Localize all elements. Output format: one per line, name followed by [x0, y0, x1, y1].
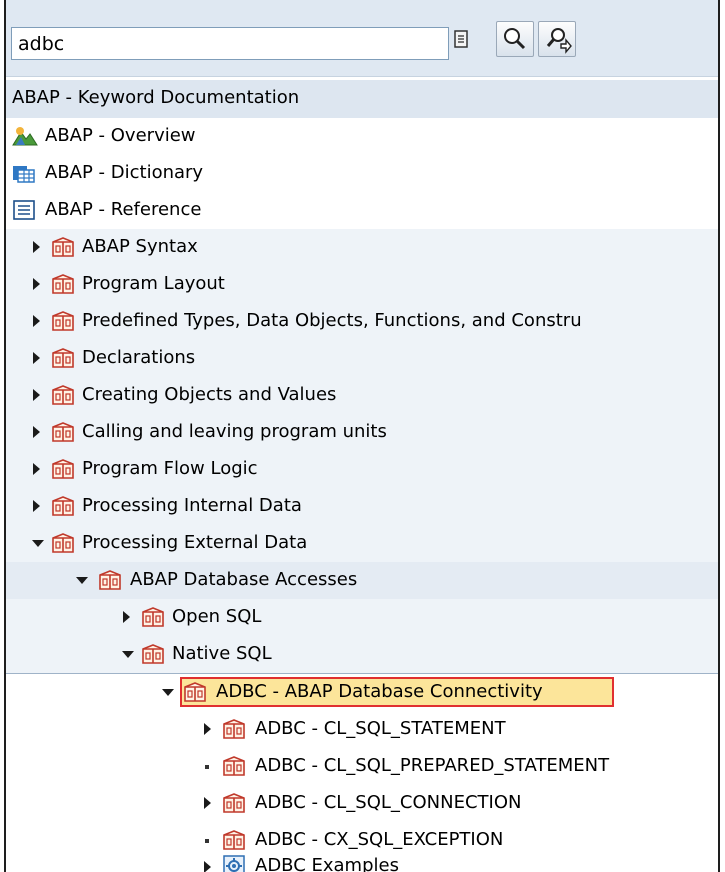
tree-node-label: Open SQL	[172, 606, 262, 627]
book-icon	[51, 347, 75, 369]
tree-node-adbc[interactable]: ADBC - ABAP Database Connectivity	[6, 674, 718, 711]
collapse-arrow-icon[interactable]	[162, 689, 174, 696]
book-icon	[51, 384, 75, 406]
expand-arrow-icon[interactable]	[33, 352, 40, 364]
tree-node-program-layout[interactable]: Program Layout	[6, 266, 718, 303]
tree-node-label: Program Layout	[82, 273, 225, 294]
expand-arrow-icon[interactable]	[33, 463, 40, 475]
book-icon	[222, 792, 246, 814]
expand-arrow-icon[interactable]	[204, 797, 211, 809]
tree-node-adbc-examples[interactable]: ADBC Examples	[6, 848, 718, 872]
dictionary-icon	[12, 162, 36, 184]
expand-arrow-icon[interactable]	[204, 723, 211, 735]
expand-arrow-icon[interactable]	[33, 315, 40, 327]
tree-node-label: ABAP Database Accesses	[130, 569, 358, 590]
tree-root-label: ABAP - Keyword Documentation	[12, 87, 300, 108]
search-input[interactable]	[11, 27, 449, 60]
book-icon	[51, 495, 75, 517]
tree-node-label: Declarations	[82, 347, 196, 368]
expand-arrow-icon[interactable]	[33, 500, 40, 512]
tree-node-calling-leaving[interactable]: Calling and leaving program units	[6, 414, 718, 451]
collapse-arrow-icon[interactable]	[32, 540, 44, 547]
book-icon	[51, 310, 75, 332]
expand-arrow-icon[interactable]	[204, 861, 211, 872]
book-icon	[51, 421, 75, 443]
expand-arrow-icon[interactable]	[123, 611, 130, 623]
expand-arrow-icon[interactable]	[33, 278, 40, 290]
tree-node-cl-sql-prepared-statement[interactable]: ADBC - CL_SQL_PREPARED_STATEMENT	[6, 748, 718, 785]
tree-node-label: ABAP - Reference	[45, 199, 202, 220]
find-button[interactable]	[496, 21, 534, 57]
tree-node-label: Program Flow Logic	[82, 458, 258, 479]
document-menu-icon[interactable]	[454, 30, 468, 48]
tree-node-internal-data[interactable]: Processing Internal Data	[6, 488, 718, 525]
book-icon	[51, 273, 75, 295]
expand-arrow-icon[interactable]	[33, 389, 40, 401]
reference-icon	[12, 199, 36, 221]
tree-node-external-data[interactable]: Processing External Data	[6, 525, 718, 562]
tree-node-program-flow[interactable]: Program Flow Logic	[6, 451, 718, 488]
tree-node-creating-objects[interactable]: Creating Objects and Values	[6, 377, 718, 414]
tree-node-label: Calling and leaving program units	[82, 421, 387, 442]
book-icon	[141, 643, 165, 665]
leaf-bullet-icon	[205, 765, 209, 769]
find-next-button[interactable]	[538, 21, 576, 57]
search-toolbar	[6, 0, 718, 76]
keyword-doc-window: ABAP - Keyword Documentation ABAP - Over…	[4, 0, 720, 872]
tree-node-overview[interactable]: ABAP - Overview	[6, 118, 718, 155]
tree-node-dictionary[interactable]: ABAP - Dictionary	[6, 155, 718, 192]
book-icon	[51, 236, 75, 258]
examples-icon	[222, 855, 246, 872]
collapse-arrow-icon[interactable]	[76, 577, 88, 584]
overview-icon	[12, 125, 38, 147]
expand-arrow-icon[interactable]	[33, 241, 40, 253]
tree-node-label: ABAP Syntax	[82, 236, 198, 257]
collapse-arrow-icon[interactable]	[122, 651, 134, 658]
tree-node-label: Processing External Data	[82, 532, 308, 553]
book-icon	[51, 532, 75, 554]
tree-node-declarations[interactable]: Declarations	[6, 340, 718, 377]
tree-node-db-accesses[interactable]: ABAP Database Accesses	[6, 562, 718, 599]
tree-node-reference[interactable]: ABAP - Reference	[6, 192, 718, 229]
tree-node-label: ADBC - CL_SQL_CONNECTION	[255, 792, 522, 813]
leaf-bullet-icon	[205, 839, 209, 843]
tree-node-label: Creating Objects and Values	[82, 384, 337, 405]
tree-node-label: ABAP - Dictionary	[45, 162, 204, 183]
tree-node-label: Processing Internal Data	[82, 495, 302, 516]
tree-node-label: Native SQL	[172, 643, 272, 664]
tree-root[interactable]: ABAP - Keyword Documentation	[6, 80, 718, 118]
tree-node-label: ABAP - Overview	[45, 125, 196, 146]
tree-node-label: Predefined Types, Data Objects, Function…	[82, 310, 582, 331]
book-icon	[98, 569, 122, 591]
tree-node-native-sql[interactable]: Native SQL	[6, 636, 718, 673]
tree-node-label: ADBC - CL_SQL_PREPARED_STATEMENT	[255, 755, 610, 776]
tree-node-cl-sql-connection[interactable]: ADBC - CL_SQL_CONNECTION	[6, 785, 718, 822]
book-icon	[183, 681, 207, 703]
tree-node-label: ADBC - CL_SQL_STATEMENT	[255, 718, 506, 739]
book-icon	[222, 755, 246, 777]
tree-node-label: ADBC - ABAP Database Connectivity	[216, 681, 543, 702]
tree-node-open-sql[interactable]: Open SQL	[6, 599, 718, 636]
book-icon	[222, 718, 246, 740]
tree-node-abap-syntax[interactable]: ABAP Syntax	[6, 229, 718, 266]
tree-node-cl-sql-statement[interactable]: ADBC - CL_SQL_STATEMENT	[6, 711, 718, 748]
tree-node-label: ADBC Examples	[255, 855, 399, 872]
book-icon	[141, 606, 165, 628]
tree-node-predefined-types[interactable]: Predefined Types, Data Objects, Function…	[6, 303, 718, 340]
expand-arrow-icon[interactable]	[33, 426, 40, 438]
book-icon	[51, 458, 75, 480]
